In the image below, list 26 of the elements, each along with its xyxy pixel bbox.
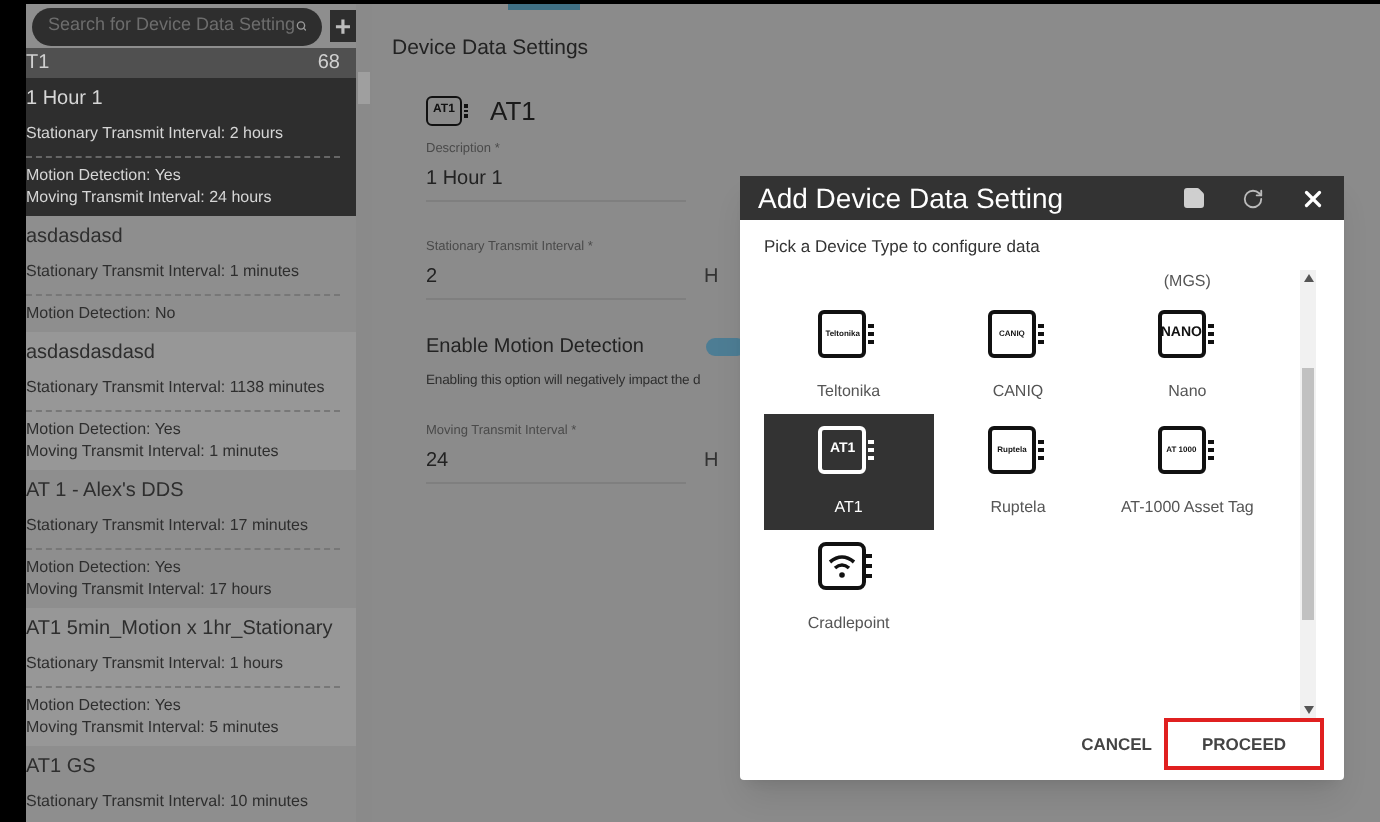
page-title[interactable]: Device Data Settings <box>392 34 1380 66</box>
save-icon[interactable] <box>1182 186 1206 211</box>
device-name: AT1 <box>490 93 536 130</box>
setting-list-item[interactable]: asdasdasdasd Stationary Transmit Interval: 1138 minutes Motion Detection: Yes Moving Transmit Interval: 1 minutes <box>26 332 356 470</box>
input-field[interactable]: 1 Hour 1 <box>426 164 686 195</box>
device-type-label: (MGS) <box>1163 270 1211 294</box>
dialog-button[interactable]: PROCEED <box>1164 718 1324 770</box>
scroll-down-icon[interactable] <box>1303 706 1313 714</box>
scroll-up-icon[interactable] <box>1303 274 1313 282</box>
refresh-icon[interactable] <box>1242 187 1264 210</box>
search-icon <box>295 16 306 36</box>
motion-label: Enable Motion Detection <box>426 334 644 363</box>
scrollbar[interactable] <box>1300 270 1316 718</box>
group-header[interactable]: T1 68 <box>26 48 356 78</box>
unit-label: H <box>704 264 719 293</box>
scrollbar[interactable] <box>356 4 372 822</box>
input-field[interactable]: 24 <box>426 446 686 477</box>
dialog-title: Add Device Data Setting <box>758 179 1066 218</box>
close-icon[interactable] <box>1300 185 1326 212</box>
input-field[interactable]: 2 <box>426 262 686 293</box>
unit-label: H <box>704 448 719 477</box>
add-button[interactable]: + <box>330 10 356 42</box>
dialog-prompt: Pick a Device Type to configure data <box>762 234 1042 260</box>
setting-list-item[interactable]: 1 Hour 1 Stationary Transmit Interval: 2 hours Motion Detection: Yes Moving Transmit Interval: 24 hours <box>26 78 356 216</box>
setting-list-item[interactable]: AT1 5min_Motion x 1hr_Stationary Stationary Transmit Interval: 1 hours Motion Detection: Yes Moving Transmit Interval: 5 minutes <box>26 608 356 746</box>
dialog-button[interactable]: CANCEL <box>1069 718 1164 770</box>
